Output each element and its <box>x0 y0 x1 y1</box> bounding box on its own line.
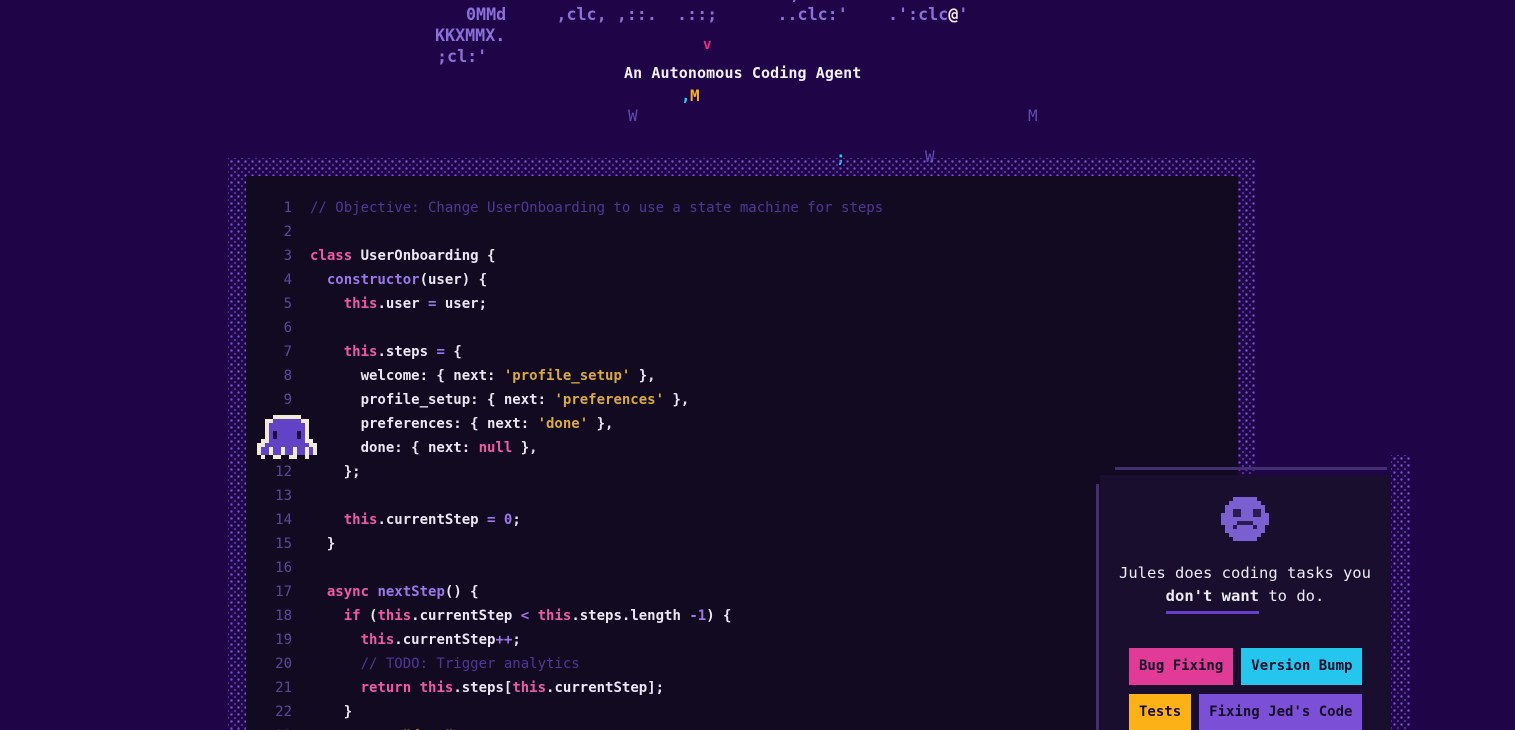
code-line: 18 if (this.currentStep < this.steps.len… <box>246 604 1238 628</box>
code-line: 16 <box>246 556 1238 580</box>
code-line: 3class UserOnboarding { <box>246 244 1238 268</box>
task-chip[interactable]: Fixing Jed's Code <box>1199 694 1362 730</box>
code-line: 23 return "done"; <box>246 724 1238 730</box>
code-line: 8 welcome: { next: 'profile_setup' }, <box>246 364 1238 388</box>
ascii-logo-line3: ;cl:' <box>437 48 487 64</box>
card-dot-shadow <box>1391 455 1411 730</box>
card-top-border <box>1115 467 1387 470</box>
code-editor: 1// Objective: Change UserOnboarding to … <box>246 176 1238 730</box>
line-number: 13 <box>246 484 292 508</box>
octopus-mascot-icon <box>257 415 317 463</box>
line-number: 18 <box>246 604 292 628</box>
code-line: 13 <box>246 484 1238 508</box>
code-line: 17 async nextStep() { <box>246 580 1238 604</box>
line-number: 7 <box>246 340 292 364</box>
line-number: 22 <box>246 700 292 724</box>
code-line: 11 done: { next: null }, <box>246 436 1238 460</box>
line-number: 16 <box>246 556 292 580</box>
line-number: 21 <box>246 676 292 700</box>
code-line: 7 this.steps = { <box>246 340 1238 364</box>
promo-card: Jules does coding tasks you don't want t… <box>1100 475 1390 730</box>
ascii-particle: M <box>690 88 700 104</box>
line-number: 1 <box>246 196 292 220</box>
line-number: 19 <box>246 628 292 652</box>
code-line: 22 } <box>246 700 1238 724</box>
code-line: 14 this.currentStep = 0; <box>246 508 1238 532</box>
card-left-border <box>1096 484 1099 730</box>
sad-face-icon <box>1221 497 1269 545</box>
code-lines: 1// Objective: Change UserOnboarding to … <box>246 196 1238 730</box>
code-line: 10 preferences: { next: 'done' }, <box>246 412 1238 436</box>
ascii-at-glyph: @ <box>948 4 958 24</box>
line-number: 5 <box>246 292 292 316</box>
tagline: An Autonomous Coding Agent <box>624 64 861 82</box>
line-number: 17 <box>246 580 292 604</box>
code-line: 4 constructor(user) { <box>246 268 1238 292</box>
line-number: 4 <box>246 268 292 292</box>
ascii-particle: W <box>628 108 638 124</box>
line-number: 6 <box>246 316 292 340</box>
task-chip[interactable]: Version Bump <box>1241 648 1362 685</box>
line-number: 3 <box>246 244 292 268</box>
task-chip[interactable]: Tests <box>1129 694 1191 730</box>
card-text-highlight: don't want <box>1166 585 1259 614</box>
code-line: 21 return this.steps[this.currentStep]; <box>246 676 1238 700</box>
task-chip[interactable]: Bug Fixing <box>1129 648 1233 685</box>
ascii-particle: ;:' <box>790 0 819 3</box>
code-line: 2 <box>246 220 1238 244</box>
ascii-particle: M <box>1028 108 1038 124</box>
code-line: 19 this.currentStep++; <box>246 628 1238 652</box>
code-line: 6 <box>246 316 1238 340</box>
card-text: Jules does coding tasks you don't want t… <box>1100 562 1390 608</box>
line-number: 15 <box>246 532 292 556</box>
code-line: 20 // TODO: Trigger analytics <box>246 652 1238 676</box>
ascii-particle: MM <box>443 0 462 3</box>
code-line: 15 } <box>246 532 1238 556</box>
code-line: 1// Objective: Change UserOnboarding to … <box>246 196 1238 220</box>
task-chips: Bug FixingVersion Bump TestsFixing Jed's … <box>1129 648 1363 730</box>
code-line: 5 this.user = user; <box>246 292 1238 316</box>
ascii-particle: v <box>703 38 711 52</box>
jules-landing-page: 0MMd ,clc, ,::. .::; ..clc:' .':clc@' KK… <box>0 0 1515 730</box>
line-number: 23 <box>246 724 292 730</box>
ascii-logo-line2: KKXMMX. <box>435 27 505 43</box>
code-line: 9 profile_setup: { next: 'preferences' }… <box>246 388 1238 412</box>
line-number: 9 <box>246 388 292 412</box>
code-line: 12 }; <box>246 460 1238 484</box>
line-number: 2 <box>246 220 292 244</box>
ascii-logo-line1: 0MMd ,clc, ,::. .::; ..clc:' .':clc@' <box>466 6 968 22</box>
line-number: 8 <box>246 364 292 388</box>
line-number: 20 <box>246 652 292 676</box>
line-number: 12 <box>246 460 292 484</box>
line-number: 14 <box>246 508 292 532</box>
